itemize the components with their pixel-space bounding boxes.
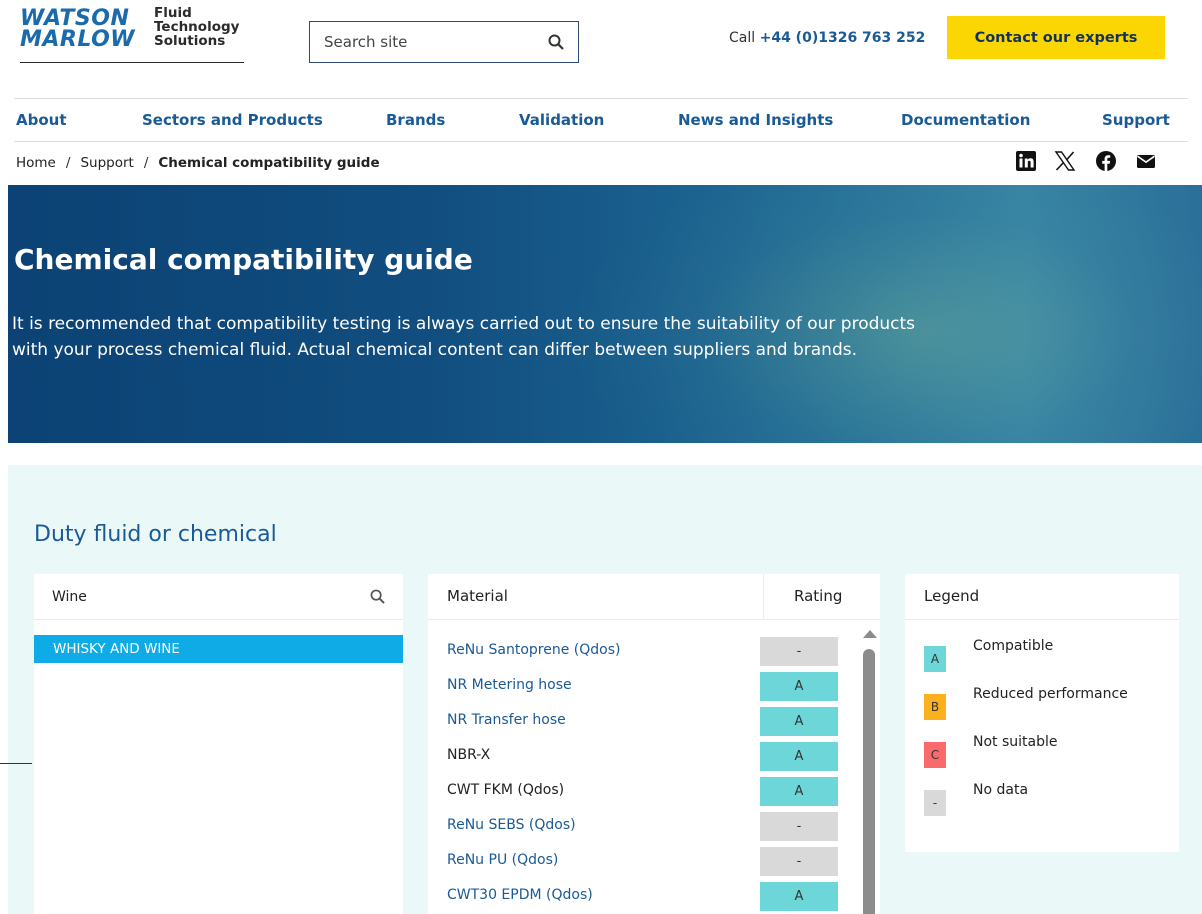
legend-label: Compatible bbox=[973, 638, 1054, 654]
material-rows: ReNu Santoprene (Qdos) - NR Metering hose A… bbox=[428, 634, 858, 914]
material-row: CWT FKM (Qdos) A bbox=[428, 774, 858, 809]
rating-badge: A bbox=[760, 672, 838, 701]
logo-underline bbox=[20, 62, 244, 63]
hero-description: It is recommended that compatibility tes… bbox=[12, 314, 916, 360]
call-prefix: Call bbox=[729, 30, 756, 46]
search-icon[interactable] bbox=[548, 34, 564, 50]
divider bbox=[14, 141, 1188, 142]
facebook-icon[interactable] bbox=[1095, 150, 1117, 172]
rating-badge: A bbox=[760, 742, 838, 771]
material-name[interactable]: ReNu PU (Qdos) bbox=[447, 852, 558, 868]
material-rating-panel: Material Rating ReNu Santoprene (Qdos) - N… bbox=[428, 574, 880, 914]
nav-item-brands[interactable]: Brands bbox=[386, 111, 445, 129]
legend-item: B Reduced performance bbox=[924, 686, 1164, 720]
scrollbar-thumb[interactable] bbox=[863, 649, 875, 914]
legend-label: Not suitable bbox=[973, 734, 1058, 750]
tagline-line-3: Solutions bbox=[154, 33, 226, 49]
linkedin-icon[interactable] bbox=[1015, 150, 1037, 172]
legend-swatch: B bbox=[924, 694, 946, 720]
hero-banner: Chemical compatibility guide It is recom… bbox=[8, 185, 1202, 443]
nav-item-sectors-and-products[interactable]: Sectors and Products bbox=[142, 111, 323, 129]
material-name: NBR-X bbox=[447, 747, 491, 763]
phone-number-link[interactable]: +44 (0)1326 763 252 bbox=[760, 30, 926, 46]
breadcrumb-separator: / bbox=[65, 155, 71, 171]
legend-title: Legend bbox=[924, 587, 980, 605]
breadcrumb-home[interactable]: Home bbox=[16, 155, 56, 171]
legend-swatch: C bbox=[924, 742, 946, 768]
page-title: Chemical compatibility guide bbox=[14, 243, 473, 276]
rating-badge: A bbox=[760, 707, 838, 736]
tool-heading: Duty fluid or chemical bbox=[34, 522, 277, 547]
site-header: WATSON MARLOW Fluid Technology Solutions… bbox=[0, 0, 1202, 98]
breadcrumb: Home / Support / Chemical compatibility guid… bbox=[16, 155, 380, 171]
material-scrollbar[interactable] bbox=[862, 630, 877, 914]
email-icon[interactable] bbox=[1135, 150, 1157, 172]
chemical-result-item[interactable]: WHISKY AND WINE bbox=[34, 635, 403, 663]
rating-badge: A bbox=[760, 777, 838, 806]
material-name[interactable]: NR Transfer hose bbox=[447, 712, 566, 728]
search-icon[interactable] bbox=[370, 589, 385, 604]
breadcrumb-current: Chemical compatibility guide bbox=[158, 155, 380, 171]
rating-badge: - bbox=[760, 812, 838, 841]
site-search-input[interactable] bbox=[324, 30, 534, 54]
material-name: CWT FKM (Qdos) bbox=[447, 782, 565, 798]
legend-label: No data bbox=[973, 782, 1029, 798]
nav-item-validation[interactable]: Validation bbox=[519, 111, 604, 129]
chemical-search-input[interactable] bbox=[52, 585, 352, 609]
scroll-up-arrow-icon[interactable] bbox=[863, 630, 877, 638]
material-row: NR Transfer hose A bbox=[428, 704, 858, 739]
x-icon[interactable] bbox=[1054, 150, 1076, 172]
site-search bbox=[309, 21, 579, 63]
nav-item-news-and-insights[interactable]: News and Insights bbox=[678, 111, 833, 129]
material-row: ReNu PU (Qdos) - bbox=[428, 844, 858, 879]
divider bbox=[14, 98, 1188, 99]
legend-header: Legend bbox=[905, 574, 1179, 620]
contact-experts-label: Contact our experts bbox=[974, 29, 1138, 46]
logo-tagline: Fluid Technology Solutions bbox=[154, 6, 239, 48]
nav-item-documentation[interactable]: Documentation bbox=[901, 111, 1030, 129]
column-divider bbox=[763, 574, 764, 620]
divider bbox=[0, 763, 32, 764]
logo-line-2: MARLOW bbox=[20, 27, 136, 52]
social-share bbox=[1015, 150, 1165, 174]
logo-line-1: WATSON bbox=[20, 6, 130, 31]
material-row: NBR-X A bbox=[428, 739, 858, 774]
call-info: Call +44 (0)1326 763 252 bbox=[729, 30, 925, 46]
material-row: CWT30 EPDM (Qdos) A bbox=[428, 879, 858, 914]
material-name[interactable]: NR Metering hose bbox=[447, 677, 572, 693]
legend-label: Reduced performance bbox=[973, 686, 1128, 702]
material-name[interactable]: ReNu SEBS (Qdos) bbox=[447, 817, 576, 833]
nav-item-about[interactable]: About bbox=[16, 111, 67, 129]
chemical-search-box bbox=[34, 574, 403, 620]
watson-marlow-logo[interactable]: WATSON MARLOW Fluid Technology Solutions bbox=[20, 6, 246, 66]
legend-swatch: - bbox=[924, 790, 946, 816]
legend-item: C Not suitable bbox=[924, 734, 1164, 768]
breadcrumb-separator: / bbox=[143, 155, 149, 171]
column-header-rating: Rating bbox=[794, 587, 843, 605]
legend-swatch: A bbox=[924, 646, 946, 672]
material-name[interactable]: ReNu Santoprene (Qdos) bbox=[447, 642, 620, 658]
material-row: ReNu Santoprene (Qdos) - bbox=[428, 634, 858, 669]
legend-item: - No data bbox=[924, 782, 1164, 816]
rating-badge: - bbox=[760, 847, 838, 876]
rating-badge: - bbox=[760, 637, 838, 666]
rating-badge: A bbox=[760, 882, 838, 911]
legend-panel: Legend A Compatible B Reduced performance C N… bbox=[905, 574, 1179, 852]
breadcrumb-support[interactable]: Support bbox=[80, 155, 133, 171]
material-name[interactable]: CWT30 EPDM (Qdos) bbox=[447, 887, 593, 903]
logo-wordmark: WATSON MARLOW bbox=[20, 6, 136, 52]
main-nav: About Sectors and Products Brands Valida… bbox=[16, 106, 1186, 136]
contact-experts-button[interactable]: Contact our experts bbox=[947, 16, 1165, 59]
tagline-line-2: Technology bbox=[154, 19, 240, 35]
legend-item: A Compatible bbox=[924, 638, 1164, 672]
material-row: ReNu SEBS (Qdos) - bbox=[428, 809, 858, 844]
chemical-search-panel: WHISKY AND WINE bbox=[34, 574, 403, 914]
column-header-material: Material bbox=[447, 587, 508, 605]
material-row: NR Metering hose A bbox=[428, 669, 858, 704]
material-table-header: Material Rating bbox=[428, 574, 880, 620]
nav-item-support[interactable]: Support bbox=[1102, 111, 1170, 129]
tagline-line-1: Fluid bbox=[154, 5, 192, 21]
compatibility-tool: Duty fluid or chemical WHISKY AND WINE M… bbox=[8, 465, 1202, 914]
